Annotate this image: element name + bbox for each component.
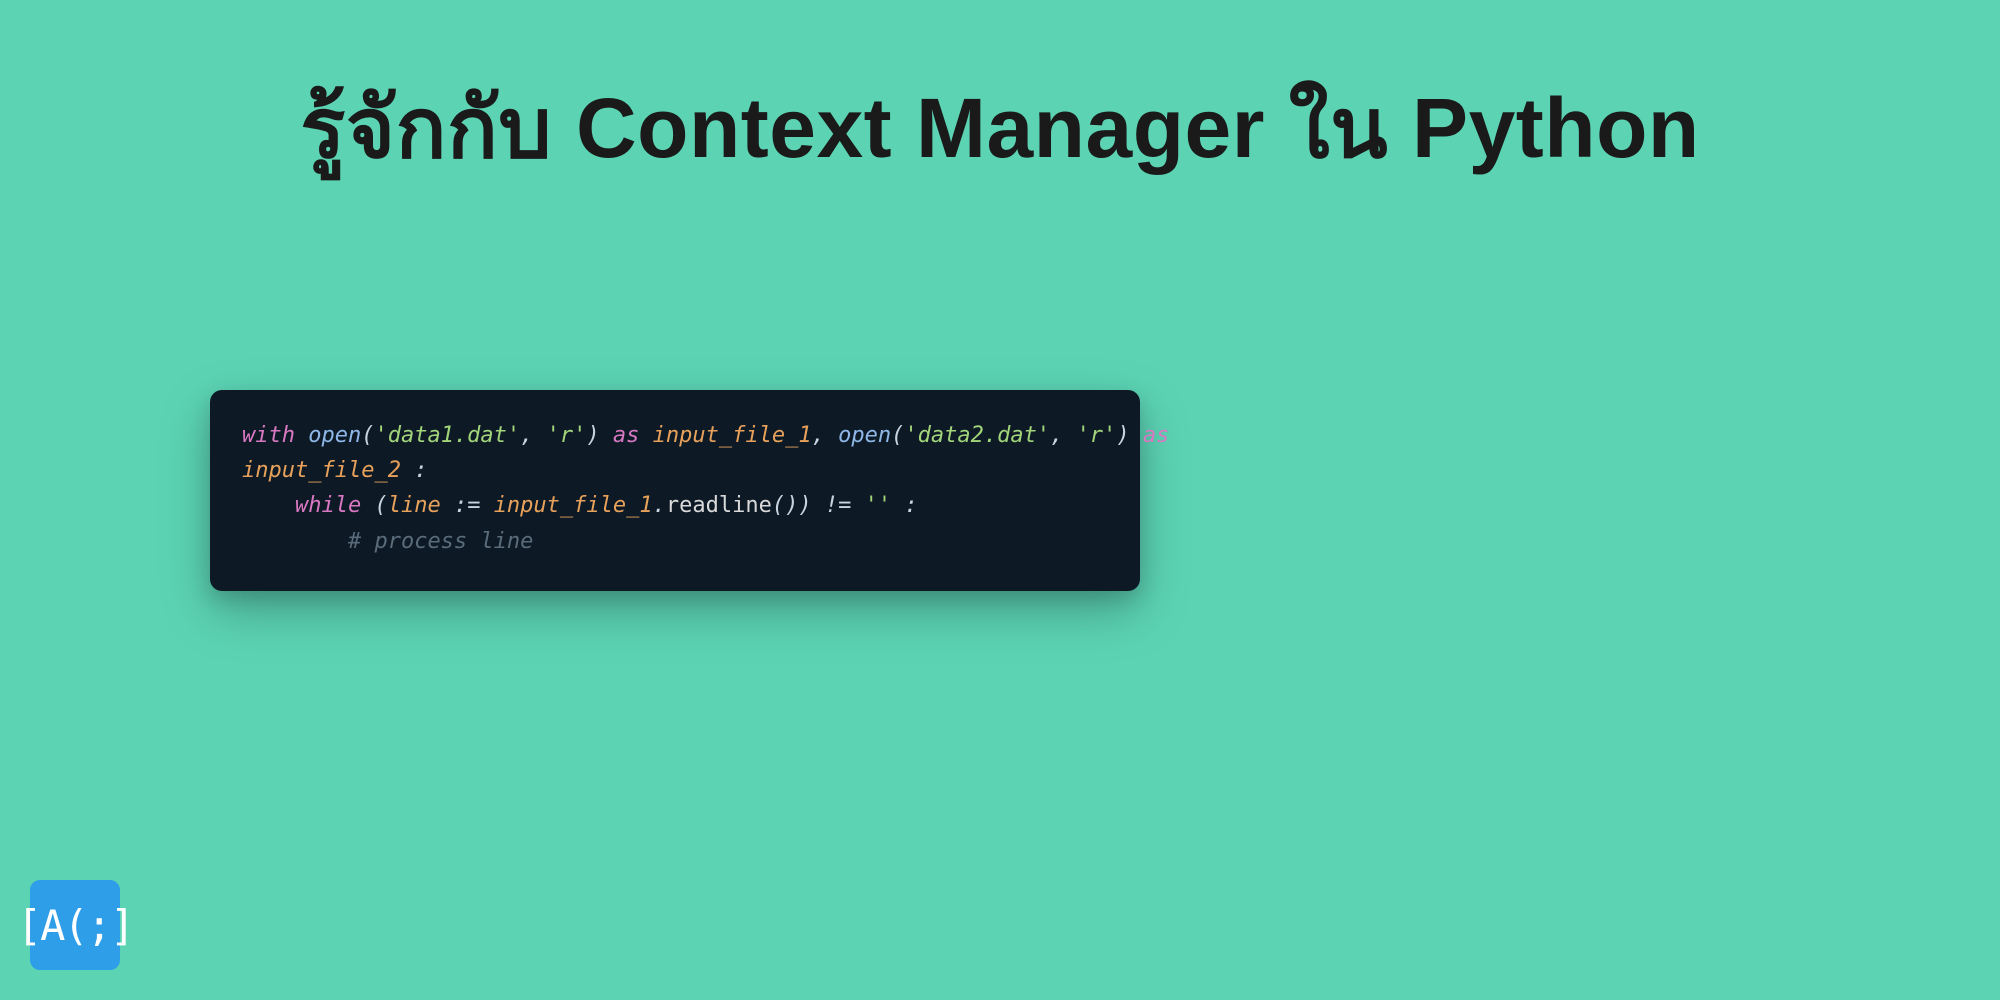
string-literal: 'data2.dat' xyxy=(904,423,1050,448)
keyword-while: while xyxy=(295,493,361,518)
string-literal: 'data1.dat' xyxy=(374,423,520,448)
keyword-as: as xyxy=(613,423,640,448)
code-comment: # process line xyxy=(348,529,533,554)
variable: line xyxy=(388,493,441,518)
keyword-as: as xyxy=(1143,423,1170,448)
logo-text: [A(;] xyxy=(17,901,133,950)
method-readline: readline xyxy=(666,493,772,518)
string-literal: 'r' xyxy=(1077,423,1117,448)
code-line-4: # process line xyxy=(242,524,1108,559)
variable: input_file_1 xyxy=(494,493,653,518)
string-literal: 'r' xyxy=(547,423,587,448)
code-line-1: with open('data1.dat', 'r') as input_fil… xyxy=(242,418,1108,453)
brand-logo: [A(;] xyxy=(30,880,120,970)
code-line-3: while (line := input_file_1.readline()) … xyxy=(242,488,1108,523)
variable: input_file_2 xyxy=(242,458,401,483)
string-literal: '' xyxy=(865,493,892,518)
keyword-with: with xyxy=(242,423,295,448)
page-title: รู้จักกับ Context Manager ใน Python xyxy=(0,0,2000,194)
code-block: with open('data1.dat', 'r') as input_fil… xyxy=(210,390,1140,591)
variable: input_file_1 xyxy=(653,423,812,448)
code-line-2: input_file_2 : xyxy=(242,453,1108,488)
function-open: open xyxy=(838,423,891,448)
function-open: open xyxy=(308,423,361,448)
